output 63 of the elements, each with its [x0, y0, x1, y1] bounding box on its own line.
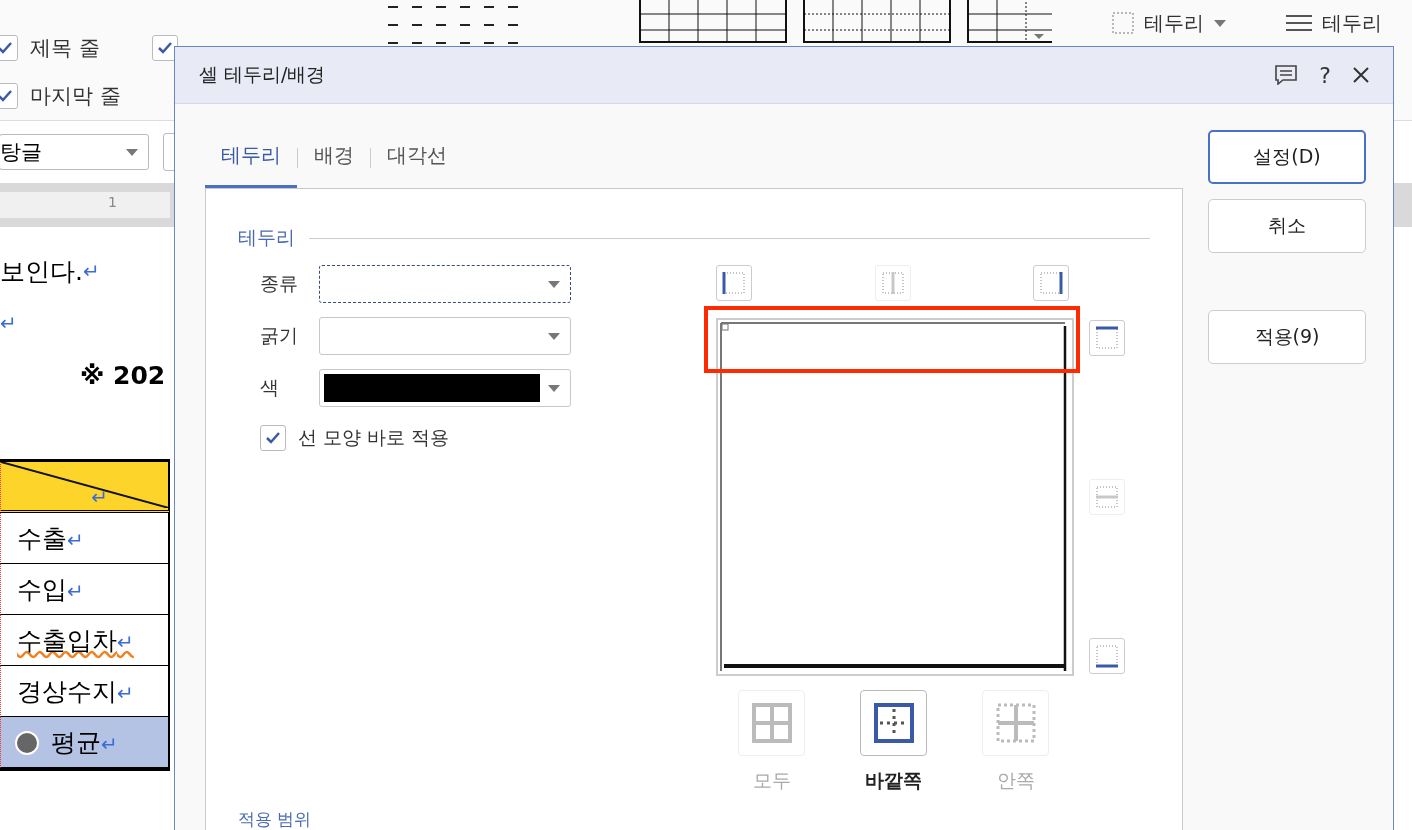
caret-icon	[548, 332, 560, 340]
border-edge-icon	[1094, 484, 1120, 510]
dialog-button[interactable]: 적용(9)	[1208, 310, 1366, 364]
caret-icon	[1214, 19, 1226, 27]
checkbox[interactable]	[260, 425, 286, 451]
section-title: 적용 범위	[238, 808, 313, 830]
preset-label: 안쪽	[996, 768, 1035, 793]
caret-icon	[126, 148, 138, 156]
preset-label: 바깥쪽	[865, 768, 922, 793]
comment-icon[interactable]	[1275, 65, 1298, 85]
checkbox[interactable]	[152, 35, 178, 61]
checkbox-label: 선 모양 바로 적용	[298, 425, 450, 450]
option-label: 제목 줄	[30, 35, 100, 62]
check-icon	[265, 431, 281, 445]
border-edge-icon	[1094, 325, 1120, 351]
field-label: 색	[260, 375, 280, 400]
dialog-button[interactable]: 취소	[1208, 199, 1366, 253]
table-cell: 수입↵	[0, 564, 170, 615]
border-icon	[1112, 12, 1134, 34]
lines-icon	[1286, 15, 1312, 31]
field-label: 굵기	[260, 323, 299, 348]
color-dropdown[interactable]	[319, 369, 571, 407]
border-edge-icon	[1094, 643, 1120, 669]
border-edge-button[interactable]	[1089, 320, 1125, 356]
table-cell: 수출입차↵	[0, 615, 170, 666]
close-icon[interactable]	[1353, 67, 1369, 83]
help-button[interactable]: ?	[1319, 62, 1331, 88]
border-edge-icon	[721, 270, 747, 296]
table-cell: 평균↵	[0, 717, 170, 768]
preset-button[interactable]	[860, 690, 927, 756]
ruler-number: 1	[108, 194, 117, 210]
check-icon	[157, 41, 173, 55]
dialog-button[interactable]: 설정(D)	[1208, 130, 1366, 184]
check-icon	[0, 41, 13, 55]
border-edge-icon	[1038, 270, 1064, 296]
tab[interactable]: 배경	[298, 142, 370, 188]
paragraph: ↵	[0, 310, 18, 337]
inner-border-icon	[995, 703, 1036, 743]
border-edge-button[interactable]	[1089, 638, 1125, 674]
line-button[interactable]: 테두리	[1286, 8, 1382, 38]
section-title: 테두리	[238, 225, 295, 250]
border-edge-button[interactable]	[1033, 265, 1069, 301]
outer-border-icon	[873, 703, 914, 743]
caret-icon	[548, 384, 560, 392]
border-edge-button[interactable]	[716, 265, 752, 301]
table-cell: ↵	[0, 462, 170, 513]
option-label: 마지막 줄	[30, 83, 121, 110]
table-cell: 수출↵	[0, 513, 170, 564]
paragraph: 보인다.↵	[0, 255, 101, 288]
paragraph: ※ 202	[79, 359, 167, 392]
style-dropdown[interactable]: 탕글	[0, 134, 149, 170]
dropdown[interactable]	[319, 265, 571, 303]
grid-icon	[751, 703, 792, 743]
preset-label: 모두	[752, 768, 791, 793]
check-icon	[0, 89, 13, 103]
tab[interactable]: 대각선	[371, 142, 463, 188]
field-label: 종류	[260, 271, 299, 296]
table-cell: 경상수지↵	[0, 666, 170, 717]
window-title: 셀 테두리/배경	[199, 62, 326, 87]
cursor-dot	[15, 731, 39, 755]
border-button[interactable]: 테두리	[1112, 8, 1226, 38]
border-edge-icon	[879, 270, 906, 296]
caret-icon	[548, 280, 560, 288]
